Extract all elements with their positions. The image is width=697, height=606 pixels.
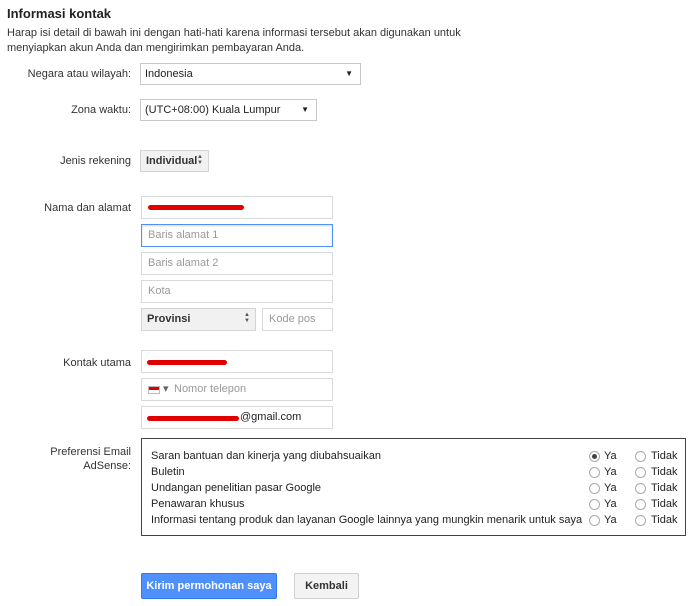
radio-no-label: Tidak <box>651 466 678 478</box>
timezone-value: (UTC+08:00) Kuala Lumpur <box>145 104 281 116</box>
indonesia-flag-icon <box>148 386 160 394</box>
back-button[interactable]: Kembali <box>294 573 359 599</box>
timezone-label: Zona waktu: <box>71 104 131 116</box>
country-value: Indonesia <box>145 68 193 80</box>
phone-placeholder: Nomor telepon <box>174 383 247 395</box>
account-type-value: Individual <box>146 155 198 167</box>
account-type-select[interactable]: Individual ▲ ▼ <box>140 150 209 172</box>
radio-no-label: Tidak <box>651 450 678 462</box>
radio-yes-label: Ya <box>604 466 617 478</box>
redaction-mark <box>148 205 244 210</box>
radio-no-label: Tidak <box>651 498 678 510</box>
province-select[interactable]: Provinsi ▲ ▼ <box>141 308 256 331</box>
updown-arrows-icon: ▲ ▼ <box>197 154 203 166</box>
contact-name-field[interactable] <box>141 350 333 373</box>
preferences-label-line1: Preferensi Email <box>50 446 131 458</box>
preferences-label-line2: AdSense: <box>83 460 131 472</box>
radio-no-label: Tidak <box>651 514 678 526</box>
radio-yes-label: Ya <box>604 450 617 462</box>
radio-yes-label: Ya <box>604 498 617 510</box>
timezone-select[interactable]: (UTC+08:00) Kuala Lumpur ▼ <box>140 99 317 121</box>
radio-no[interactable] <box>635 515 646 526</box>
page-title: Informasi kontak <box>7 6 112 21</box>
address-line-2-field[interactable]: Baris alamat 2 <box>141 252 333 275</box>
preference-label: Buletin <box>151 466 185 478</box>
radio-yes[interactable] <box>589 467 600 478</box>
redaction-mark <box>147 360 227 365</box>
radio-no[interactable] <box>635 467 646 478</box>
radio-no[interactable] <box>635 499 646 510</box>
province-value: Provinsi <box>147 313 191 325</box>
preference-label: Penawaran khusus <box>151 498 245 510</box>
radio-yes[interactable] <box>589 451 600 462</box>
country-select[interactable]: Indonesia ▼ <box>140 63 361 85</box>
caret-down-icon: ▼ <box>301 105 309 114</box>
email-suffix: @gmail.com <box>240 411 302 423</box>
preference-label: Undangan penelitian pasar Google <box>151 482 322 494</box>
submit-button[interactable]: Kirim permohonan saya <box>141 573 277 599</box>
preferences-label: Preferensi Email AdSense: <box>50 445 131 473</box>
city-field[interactable]: Kota <box>141 280 333 303</box>
radio-yes-label: Ya <box>604 514 617 526</box>
postal-code-field[interactable]: Kode pos <box>262 308 333 331</box>
radio-yes-label: Ya <box>604 482 617 494</box>
account-type-label: Jenis rekening <box>60 155 131 167</box>
address-line-1-field[interactable]: Baris alamat 1 <box>141 224 333 247</box>
radio-no[interactable] <box>635 451 646 462</box>
primary-contact-label: Kontak utama <box>63 357 131 369</box>
updown-arrows-icon: ▲ ▼ <box>244 312 250 324</box>
radio-yes[interactable] <box>589 499 600 510</box>
radio-yes[interactable] <box>589 483 600 494</box>
radio-no-label: Tidak <box>651 482 678 494</box>
full-name-field[interactable] <box>141 196 333 219</box>
country-label: Negara atau wilayah: <box>27 68 131 80</box>
phone-number-field[interactable]: ▾ Nomor telepon <box>141 378 333 401</box>
radio-yes[interactable] <box>589 515 600 526</box>
preference-label: Saran bantuan dan kinerja yang diubahsua… <box>151 450 381 462</box>
caret-down-icon: ▼ <box>345 69 353 78</box>
intro-text: Harap isi detail di bawah ini dengan hat… <box>7 27 461 54</box>
preferences-box: Saran bantuan dan kinerja yang diubahsua… <box>141 438 686 536</box>
email-field[interactable]: @gmail.com <box>141 406 333 429</box>
redaction-mark <box>147 416 239 421</box>
preference-label: Informasi tentang produk dan layanan Goo… <box>151 514 583 526</box>
radio-no[interactable] <box>635 483 646 494</box>
name-address-label: Nama dan alamat <box>44 202 131 214</box>
dropdown-dash-icon[interactable]: ▾ <box>163 379 169 400</box>
